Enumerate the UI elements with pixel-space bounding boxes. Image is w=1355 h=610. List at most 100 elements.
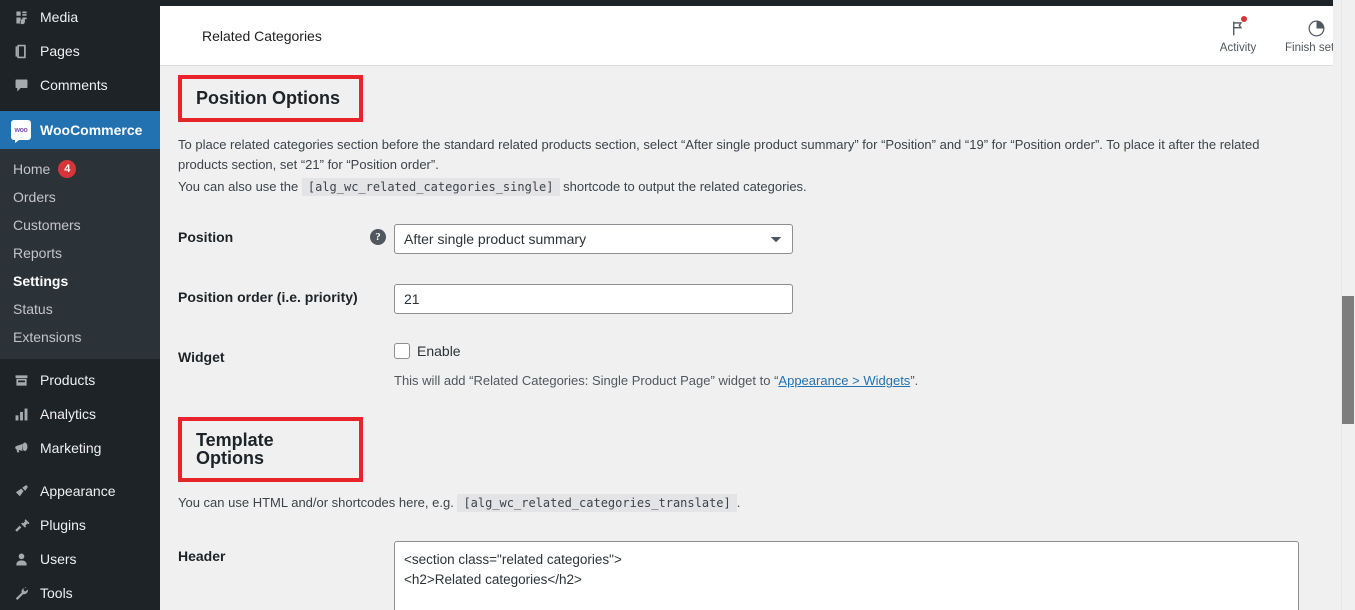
shortcode-desc-prefix: You can also use the [178, 179, 299, 195]
sidebar-item-comments[interactable]: Comments [0, 68, 160, 102]
template-options-form: Header <section class="related categorie… [160, 526, 1355, 610]
sidebar-separator [0, 102, 160, 111]
submenu-item-label: Reports [13, 245, 63, 261]
comments-icon [10, 75, 32, 95]
sidebar-item-pages[interactable]: Pages [0, 34, 160, 68]
woocommerce-submenu: Home 4 Orders Customers Reports Settings… [0, 149, 160, 359]
template-desc-prefix: You can use HTML and/or shortcodes here,… [178, 495, 454, 511]
header-textarea[interactable]: <section class="related categories"> <h2… [394, 540, 1299, 610]
widget-field-cell: Enable This will add “Related Categories… [394, 329, 1355, 403]
sidebar-item-label: Products [40, 372, 96, 388]
megaphone-icon [10, 438, 32, 458]
paintbrush-icon [10, 481, 32, 501]
widget-note-suffix: ”. [910, 373, 919, 389]
widget-enable-label: Enable [417, 343, 461, 360]
sidebar-item-label: Comments [40, 77, 108, 93]
sidebar-item-users[interactable]: Users [0, 542, 160, 576]
sidebar-item-label: Media [40, 9, 79, 25]
position-order-field-cell [394, 269, 1355, 329]
sidebar-item-label: Analytics [40, 406, 97, 422]
header-field-cell: <section class="related categories"> <h2… [394, 526, 1355, 610]
submenu-item-settings[interactable]: Settings [0, 267, 160, 295]
woocommerce-page-header: Related Categories Activity Finish setup [160, 6, 1355, 66]
page-scrollbar-track[interactable] [1341, 0, 1355, 610]
sidebar-item-products[interactable]: Products [0, 363, 160, 397]
woocommerce-logo-icon: woo [10, 120, 32, 143]
activity-notification-dot [1240, 16, 1247, 22]
submenu-item-status[interactable]: Status [0, 295, 160, 323]
position-options-form: Position ? After single product summary … [160, 209, 1355, 403]
widget-field-description: This will add “Related Categories: Singl… [394, 373, 1345, 388]
position-shortcode: [alg_wc_related_categories_single] [301, 178, 560, 197]
submenu-item-label: Status [13, 301, 53, 317]
submenu-item-home[interactable]: Home 4 [0, 155, 160, 183]
widget-note-prefix: This will add “Related Categories: Singl… [394, 373, 779, 389]
sidebar-item-media[interactable]: Media [0, 0, 160, 34]
user-icon [10, 549, 32, 569]
position-order-input[interactable] [394, 284, 793, 315]
widget-enable-row: Enable [394, 343, 1345, 360]
sidebar-item-label: Appearance [40, 483, 116, 499]
position-options-shortcode-description: You can also use the [alg_wc_related_cat… [160, 175, 1320, 197]
activity-button-label: Activity [1219, 42, 1257, 54]
progress-circle-icon [1307, 17, 1326, 39]
activity-button[interactable]: Activity [1199, 6, 1277, 66]
products-icon [10, 370, 32, 390]
position-field-label: Position [178, 229, 234, 246]
widget-field-label: Widget [178, 349, 225, 366]
position-select[interactable]: After single product summary [394, 224, 793, 255]
header-actions: Activity Finish setup [1199, 6, 1355, 65]
pages-icon [10, 41, 32, 61]
home-notification-badge: 4 [58, 160, 77, 178]
header-field-label: Header [178, 547, 226, 564]
template-shortcode: [alg_wc_related_categories_translate] [457, 494, 737, 513]
main-content: Related Categories Activity Finish setup [160, 0, 1355, 610]
sidebar-item-label: Plugins [40, 517, 86, 533]
submenu-item-reports[interactable]: Reports [0, 239, 160, 267]
position-field-row: Position ? After single product summary [160, 209, 1355, 269]
appearance-widgets-link[interactable]: Appearance > Widgets [778, 373, 910, 388]
sidebar-item-label: WooCommerce [40, 122, 143, 138]
position-options-heading: Position Options [178, 75, 363, 122]
position-options-heading-wrap: Position Options [178, 75, 363, 122]
template-options-description: You can use HTML and/or shortcodes here,… [160, 491, 1320, 513]
widget-field-row: Widget Enable This will add “Related Cat… [160, 329, 1355, 403]
woocommerce-settings-page: Media Pages Comments woo WooCommerce Hom… [0, 0, 1355, 610]
media-icon [10, 7, 32, 27]
sidebar-item-tools[interactable]: Tools [0, 576, 160, 610]
submenu-item-extensions[interactable]: Extensions [0, 323, 160, 351]
sidebar-item-appearance[interactable]: Appearance [0, 474, 160, 508]
inner-scroll-gutter [1333, 0, 1341, 610]
page-title: Related Categories [202, 27, 322, 44]
sidebar-item-label: Marketing [40, 440, 102, 456]
admin-sidebar: Media Pages Comments woo WooCommerce Hom… [0, 0, 160, 610]
sidebar-item-marketing[interactable]: Marketing [0, 431, 160, 465]
sidebar-item-label: Pages [40, 43, 80, 59]
sidebar-item-analytics[interactable]: Analytics [0, 397, 160, 431]
analytics-bar-chart-icon [10, 404, 32, 424]
sidebar-item-woocommerce[interactable]: woo WooCommerce [0, 111, 160, 149]
shortcode-desc-suffix: shortcode to output the related categori… [563, 179, 807, 195]
sidebar-item-label: Users [40, 551, 77, 567]
sidebar-separator-2 [0, 465, 160, 474]
sidebar-item-plugins[interactable]: Plugins [0, 508, 160, 542]
template-desc-suffix: . [736, 495, 741, 511]
submenu-item-label: Home [13, 161, 51, 177]
submenu-item-label: Orders [13, 189, 56, 205]
header-field-row: Header <section class="related categorie… [160, 526, 1355, 610]
submenu-item-customers[interactable]: Customers [0, 211, 160, 239]
position-options-description: To place related categories section befo… [178, 137, 1260, 173]
position-order-field-row: Position order (i.e. priority) [160, 269, 1355, 329]
wrench-icon [10, 583, 32, 603]
submenu-item-label: Extensions [13, 329, 82, 345]
widget-enable-checkbox[interactable] [394, 343, 410, 360]
settings-body: Position Options To place related catego… [160, 66, 1355, 610]
position-field-cell: ? After single product summary [370, 209, 1355, 269]
flag-activity-icon [1229, 16, 1248, 39]
sidebar-item-label: Tools [40, 585, 73, 601]
submenu-item-orders[interactable]: Orders [0, 183, 160, 211]
submenu-item-label: Customers [13, 217, 81, 233]
page-scrollbar-thumb[interactable] [1342, 296, 1354, 424]
template-options-heading-wrap: Template Options [178, 417, 363, 483]
plug-icon [10, 515, 32, 535]
